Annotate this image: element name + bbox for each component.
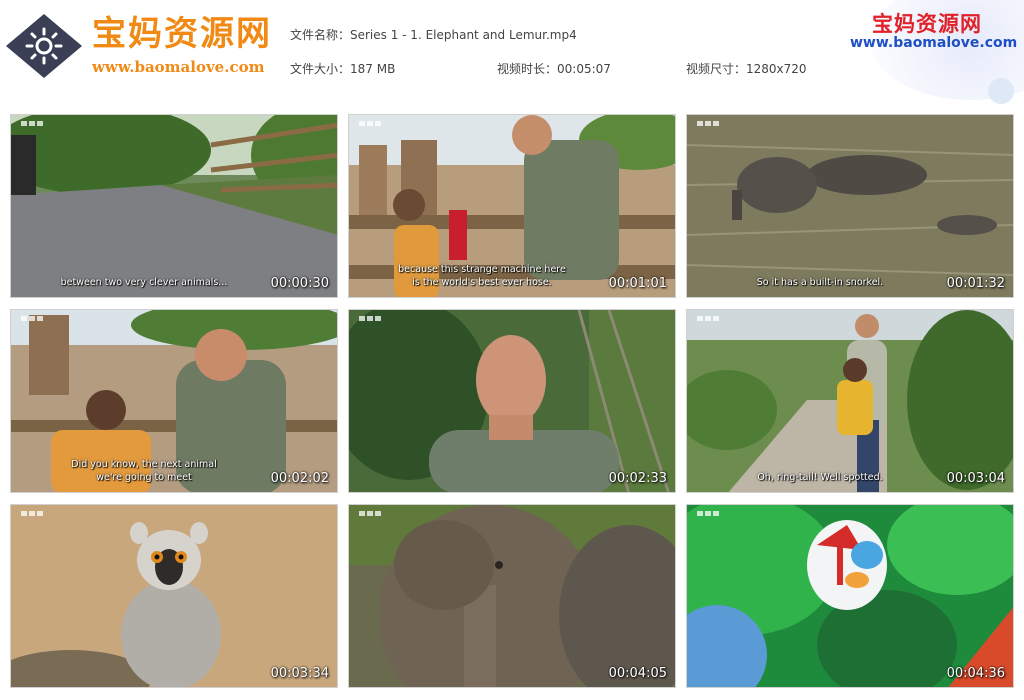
thumbnail-1[interactable]: between two very clever animals... 00:00…	[10, 114, 338, 298]
decorative-circle	[988, 78, 1014, 104]
thumbnail-9[interactable]: 00:04:36	[686, 504, 1014, 688]
thumbnail-5[interactable]: 00:02:33	[348, 309, 676, 493]
brand-name: 宝妈资源网	[92, 14, 272, 54]
timestamp: 00:04:05	[608, 666, 667, 681]
broadcaster-logo-icon	[359, 121, 381, 126]
timestamp: 00:04:36	[946, 666, 1005, 681]
broadcaster-logo-icon	[21, 121, 43, 126]
broadcaster-logo-icon	[21, 316, 43, 321]
thumbnail-2[interactable]: because this strange machine here is the…	[348, 114, 676, 298]
thumbnail-6[interactable]: Oh, ring-tail! Well spotted. 00:03:04	[686, 309, 1014, 493]
broadcaster-logo-icon	[21, 511, 43, 516]
scene-man-boy-garden	[687, 310, 1013, 492]
timestamp: 00:01:32	[946, 276, 1005, 291]
broadcaster-logo-icon	[359, 511, 381, 516]
subtitle: Did you know, the next animal we're goin…	[71, 459, 217, 483]
broadcaster-logo-icon	[697, 511, 719, 516]
thumbnail-7[interactable]: 00:03:34	[10, 504, 338, 688]
timestamp: 00:02:02	[270, 471, 329, 486]
thumbnail-3[interactable]: So it has a built-in snorkel. 00:01:32	[686, 114, 1014, 298]
scene-zoo-path	[11, 115, 337, 297]
scene-presenter-closeup	[349, 310, 675, 492]
timestamp: 00:01:01	[608, 276, 667, 291]
broadcaster-logo-icon	[697, 121, 719, 126]
subtitle: between two very clever animals...	[60, 277, 228, 288]
thumbnail-8[interactable]: 00:04:05	[348, 504, 676, 688]
brand-url: www.baomalove.com	[92, 58, 265, 76]
timestamp: 00:00:30	[270, 276, 329, 291]
timestamp: 00:03:34	[270, 666, 329, 681]
sun-logo-icon	[6, 14, 82, 78]
timestamp: 00:02:33	[608, 471, 667, 486]
subtitle: So it has a built-in snorkel.	[756, 277, 884, 288]
scene-elephant-swimming	[687, 115, 1013, 297]
file-size: 文件大小：187 MB	[290, 62, 396, 76]
timestamp: 00:03:04	[946, 471, 1005, 486]
video-duration: 视频时长：00:05:07	[497, 62, 611, 76]
subtitle: Oh, ring-tail! Well spotted.	[757, 472, 883, 483]
watermark-url: www.baomalove.com	[850, 35, 1018, 51]
video-dimensions: 视频尺寸：1280x720	[686, 62, 807, 76]
watermark-name: 宝妈资源网	[872, 12, 982, 36]
broadcaster-logo-icon	[359, 316, 381, 321]
thumbnail-4[interactable]: Did you know, the next animal we're goin…	[10, 309, 338, 493]
scene-jungle-logo	[687, 505, 1013, 687]
subtitle: because this strange machine here is the…	[398, 264, 566, 288]
broadcaster-logo-icon	[697, 316, 719, 321]
scene-lemur	[11, 505, 337, 687]
header: 宝妈资源网 www.baomalove.com 文件名称：Series 1 - …	[0, 0, 1024, 108]
scene-elephant-closeup	[349, 505, 675, 687]
file-name: 文件名称：Series 1 - 1. Elephant and Lemur.mp…	[290, 28, 577, 42]
